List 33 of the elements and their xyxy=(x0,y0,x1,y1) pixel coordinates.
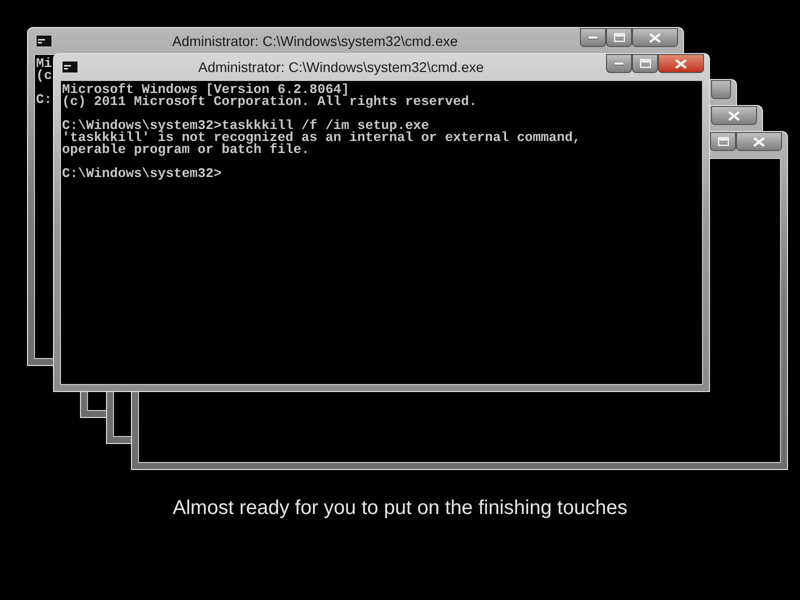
console-line: (c) 2011 Microsoft Corporation. All rights reserved. xyxy=(62,96,477,108)
window-title: Administrator: C:\Windows\system32\cmd.exe xyxy=(172,32,458,51)
minimize-icon xyxy=(588,36,598,40)
close-icon xyxy=(728,110,740,120)
console-line: operable program or batch file. xyxy=(62,144,310,156)
console-icon xyxy=(36,35,52,47)
minimize-button[interactable] xyxy=(606,54,632,73)
console-line: (c xyxy=(36,70,52,82)
console-line: C:\Windows\system32>taskkkill /f /im setup.exe xyxy=(62,120,430,132)
console-line: C: xyxy=(36,94,52,106)
console-line: Microsoft Windows [Version 6.2.8064] xyxy=(62,84,350,96)
close-icon xyxy=(649,32,661,42)
minimize-icon xyxy=(614,62,624,66)
maximize-icon xyxy=(718,137,728,146)
maximize-button[interactable] xyxy=(632,54,658,73)
maximize-button[interactable] xyxy=(710,132,736,151)
close-button[interactable] xyxy=(632,28,678,47)
minimize-button[interactable] xyxy=(580,28,606,47)
maximize-icon xyxy=(614,33,624,42)
console-icon xyxy=(62,61,78,73)
close-icon xyxy=(753,136,765,146)
console-line: Mi xyxy=(36,58,52,70)
close-icon xyxy=(675,58,687,68)
maximize-icon xyxy=(640,59,650,68)
close-button[interactable] xyxy=(711,106,757,125)
caption-button[interactable] xyxy=(711,80,731,99)
maximize-button[interactable] xyxy=(606,28,632,47)
close-button[interactable] xyxy=(658,54,704,73)
window-title: Administrator: C:\Windows\system32\cmd.exe xyxy=(198,58,484,77)
console-line: 'taskkkill' is not recognized as an internal or external command, xyxy=(62,132,581,144)
close-button[interactable] xyxy=(736,132,782,151)
console-line: C:\Windows\system32> xyxy=(62,168,222,180)
setup-caption: Almost ready for you to put on the finishing touches xyxy=(172,496,628,521)
